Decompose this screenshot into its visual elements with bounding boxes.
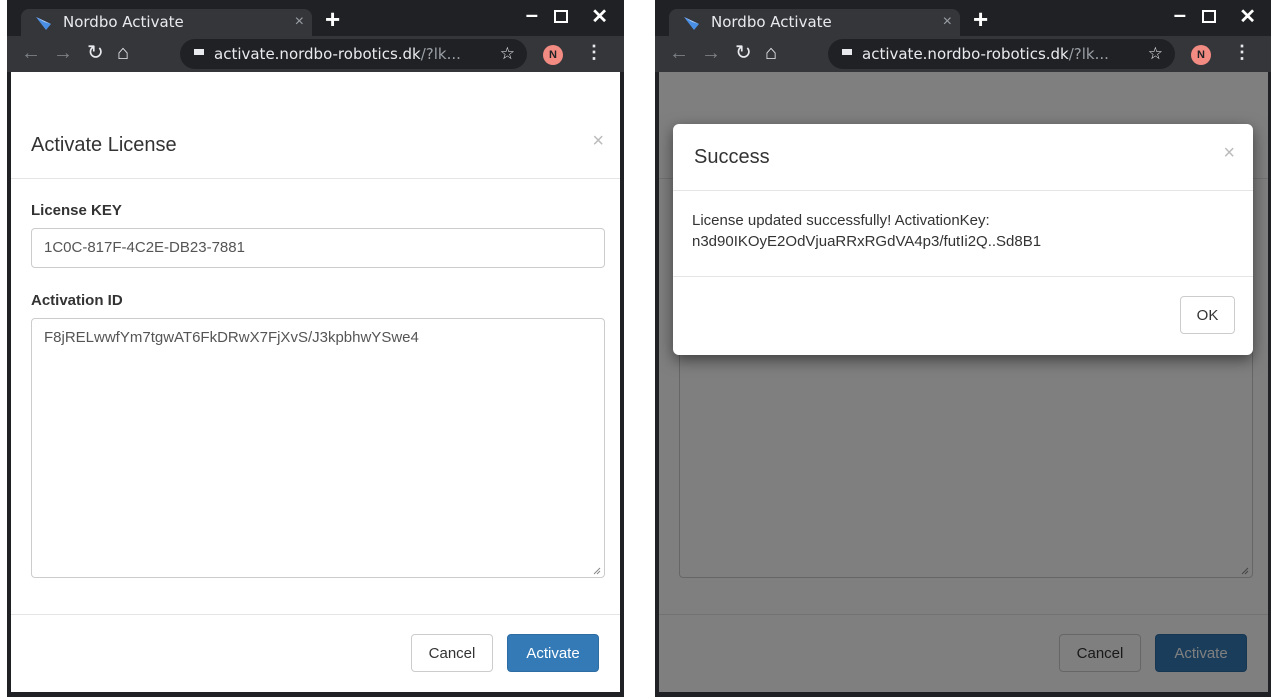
url-text: activate.nordbo-robotics.dk/?lk...: [862, 45, 1109, 63]
tab-close-icon[interactable]: ×: [943, 13, 952, 31]
maximize-icon[interactable]: [554, 10, 568, 23]
tab-close-icon[interactable]: ×: [295, 13, 304, 31]
close-window-icon[interactable]: ✕: [1239, 4, 1256, 29]
ok-button[interactable]: OK: [1180, 296, 1235, 334]
url-text: activate.nordbo-robotics.dk/?lk...: [214, 45, 461, 63]
menu-dots-icon[interactable]: ⋮: [585, 42, 603, 62]
star-icon[interactable]: ☆: [1148, 44, 1163, 64]
modal-close-icon[interactable]: ×: [592, 130, 604, 153]
reload-icon[interactable]: ↻: [87, 41, 104, 65]
browser-toolbar: ← → ↻ ⌂ activate.nordbo-robotics.dk/?lk.…: [7, 36, 624, 72]
activation-id-value: F8jRELwwfYm7tgwAT6FkDRwX7FjXvS/J3kpbhwYS…: [44, 329, 419, 346]
browser-window-right: Nordbo Activate × + – ✕ ← → ↻ ⌂ activate…: [655, 0, 1271, 697]
tab-title: Nordbo Activate: [711, 13, 832, 31]
modal-footer-divider: [11, 614, 620, 615]
avatar[interactable]: N: [1191, 45, 1211, 65]
page-content: Activate License × License KEY 1C0C-817F…: [11, 72, 620, 692]
dialog-title: Success: [694, 146, 770, 168]
title-bar: Nordbo Activate × + – ✕: [655, 0, 1271, 36]
home-icon[interactable]: ⌂: [117, 41, 129, 65]
back-arrow-icon[interactable]: ←: [21, 41, 41, 65]
activation-id-label: Activation ID: [31, 292, 123, 309]
reload-icon[interactable]: ↻: [735, 41, 752, 65]
lock-icon: [194, 49, 204, 55]
dialog-message: License updated successfully! Activation…: [692, 210, 1232, 252]
maximize-icon[interactable]: [1202, 10, 1216, 23]
dialog-message-line1: License updated successfully! Activation…: [692, 212, 990, 229]
url-path: /?lk...: [420, 45, 461, 63]
resize-handle-icon[interactable]: [593, 567, 601, 575]
nordbo-logo-icon: [36, 17, 51, 30]
tab-title: Nordbo Activate: [63, 13, 184, 31]
url-host: activate.nordbo-robotics.dk: [862, 45, 1069, 63]
minimize-icon[interactable]: –: [1174, 2, 1186, 28]
close-window-icon[interactable]: ✕: [591, 4, 608, 29]
avatar[interactable]: N: [543, 45, 563, 65]
success-dialog: Success × License updated successfully! …: [673, 124, 1253, 355]
title-bar: Nordbo Activate × + – ✕: [7, 0, 624, 36]
browser-toolbar: ← → ↻ ⌂ activate.nordbo-robotics.dk/?lk.…: [655, 36, 1271, 72]
back-arrow-icon[interactable]: ←: [669, 41, 689, 65]
lock-icon: [842, 49, 852, 55]
home-icon[interactable]: ⌂: [765, 41, 777, 65]
forward-arrow-icon[interactable]: →: [53, 41, 73, 65]
browser-tab[interactable]: Nordbo Activate ×: [669, 9, 960, 36]
license-key-input[interactable]: 1C0C-817F-4C2E-DB23-7881: [31, 228, 605, 268]
activation-id-textarea[interactable]: F8jRELwwfYm7tgwAT6FkDRwX7FjXvS/J3kpbhwYS…: [31, 318, 605, 578]
browser-window-left: Nordbo Activate × + – ✕ ← → ↻ ⌂ activate…: [7, 0, 624, 697]
modal-header: Activate License ×: [11, 72, 620, 179]
nordbo-logo-icon: [684, 17, 699, 30]
dialog-close-icon[interactable]: ×: [1223, 142, 1235, 165]
address-bar[interactable]: activate.nordbo-robotics.dk/?lk... ☆: [828, 39, 1175, 69]
new-tab-icon[interactable]: +: [325, 6, 340, 32]
browser-tab[interactable]: Nordbo Activate ×: [21, 9, 312, 36]
forward-arrow-icon[interactable]: →: [701, 41, 721, 65]
dialog-header: Success ×: [673, 124, 1253, 191]
url-host: activate.nordbo-robotics.dk: [214, 45, 421, 63]
dialog-message-line2: n3d90IKOyE2OdVjuaRRxRGdVA4p3/futIi2Q..Sd…: [692, 233, 1042, 250]
page-content: Cancel Activate Success × License update…: [659, 72, 1268, 692]
minimize-icon[interactable]: –: [526, 2, 538, 28]
address-bar[interactable]: activate.nordbo-robotics.dk/?lk... ☆: [180, 39, 527, 69]
star-icon[interactable]: ☆: [500, 44, 515, 64]
cancel-button[interactable]: Cancel: [411, 634, 493, 672]
menu-dots-icon[interactable]: ⋮: [1233, 42, 1251, 62]
activate-button[interactable]: Activate: [507, 634, 599, 672]
modal-title: Activate License: [31, 134, 177, 156]
license-key-label: License KEY: [31, 202, 122, 219]
new-tab-icon[interactable]: +: [973, 6, 988, 32]
dialog-footer-divider: [673, 276, 1253, 277]
url-path: /?lk...: [1068, 45, 1109, 63]
